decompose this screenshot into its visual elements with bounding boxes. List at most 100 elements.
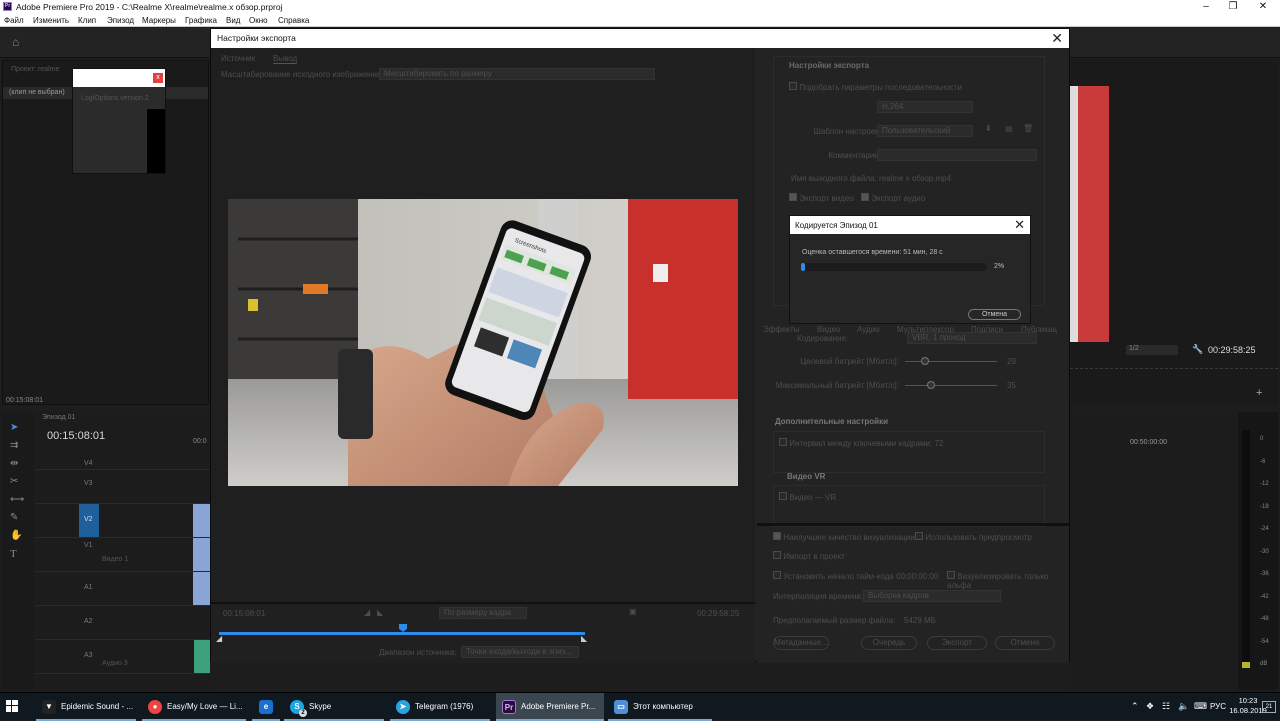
notification-icon[interactable]: 21: [1262, 701, 1276, 713]
format-select[interactable]: H.264: [877, 101, 973, 113]
menu-view[interactable]: Вид: [226, 16, 240, 25]
menu-edit[interactable]: Изменить: [33, 16, 69, 25]
taskbar-explorer[interactable]: ▭ Этот компьютер: [608, 693, 712, 721]
dropbox-icon[interactable]: ❖: [1146, 701, 1154, 712]
menu-file[interactable]: Файл: [4, 16, 24, 25]
start-tc-checkbox[interactable]: Установить начало тайм-кода: [783, 572, 894, 581]
use-previews-checkbox[interactable]: Использовать предпросмотр: [925, 533, 1032, 542]
preset-select[interactable]: Пользовательский: [877, 125, 973, 137]
project-tab[interactable]: Проект: realme: [11, 66, 59, 73]
mark-in-icon[interactable]: ◢: [364, 608, 370, 617]
zoom-select[interactable]: 1/2: [1126, 345, 1178, 355]
language-indicator[interactable]: РУС: [1210, 702, 1226, 711]
clip-v2[interactable]: [193, 504, 210, 537]
queue-button[interactable]: Очередь: [861, 636, 917, 650]
import-preset-icon[interactable]: ▤: [1005, 124, 1013, 133]
subtab-video[interactable]: Видео: [817, 325, 840, 334]
taskbar-epidemic[interactable]: ▼ Epidemic Sound - ...: [36, 693, 136, 721]
cancel-export-button[interactable]: Отмена: [995, 636, 1055, 650]
alpha-only-checkbox[interactable]: Визуализировать только альфа: [947, 572, 1048, 590]
export-video-checkbox[interactable]: Экспорт видео: [799, 194, 854, 203]
max-bitrate-value[interactable]: 35: [1007, 381, 1016, 390]
minimize-icon[interactable]: –: [1193, 0, 1219, 14]
in-marker-icon[interactable]: ◢: [216, 634, 222, 643]
import-project-checkbox[interactable]: Импорт в проект: [783, 552, 845, 561]
timeline-tab[interactable]: Эпизод 01: [42, 414, 75, 421]
delete-preset-icon[interactable]: 🗑: [1023, 124, 1033, 133]
windows-start-icon[interactable]: [6, 700, 18, 712]
vr-checkbox[interactable]: Видео — VR: [789, 493, 836, 502]
taskbar-chrome[interactable]: ● Easy/My Love — Li...: [142, 693, 246, 721]
aspect-icon[interactable]: ▣: [629, 607, 637, 616]
target-bitrate-slider[interactable]: [921, 357, 929, 365]
keyframe-checkbox[interactable]: Интервал между ключевыми кадрами:: [789, 439, 932, 448]
maximize-icon[interactable]: ❐: [1220, 0, 1246, 14]
keyboard-icon[interactable]: ⌨: [1194, 701, 1207, 712]
subtab-audio[interactable]: Аудио: [857, 325, 880, 334]
razor-icon[interactable]: ✂: [10, 476, 18, 487]
network-icon[interactable]: ☷: [1162, 701, 1170, 712]
interp-select[interactable]: Выборка кадров: [863, 590, 1001, 602]
track-a3: A3 Аудио 3: [36, 640, 210, 674]
track-select-icon[interactable]: ⇉: [10, 440, 18, 451]
tab-output[interactable]: Вывод: [273, 54, 298, 64]
ripple-edit-icon[interactable]: ⇹: [10, 458, 18, 469]
export-in-timecode: 00:15:08:01: [223, 609, 266, 618]
home-icon[interactable]: ⌂: [12, 36, 24, 48]
taskbar-skype[interactable]: S 2 Skype: [284, 693, 384, 721]
fit-select[interactable]: По размеру кадра: [439, 607, 527, 619]
taskbar-telegram[interactable]: ➤ Telegram (1976): [390, 693, 490, 721]
taskbar-edge[interactable]: e: [252, 693, 280, 721]
output-name-link[interactable]: realme x обзор.mp4: [879, 174, 951, 183]
tray-chevron-icon[interactable]: ⌃: [1131, 701, 1139, 712]
export-audio-checkbox[interactable]: Экспорт аудио: [871, 194, 925, 203]
wrench-icon[interactable]: 🔧: [1192, 344, 1203, 355]
clip-a1[interactable]: [193, 572, 210, 605]
hand-icon[interactable]: ✋: [10, 530, 22, 541]
metadata-button[interactable]: Метаданные...: [773, 636, 829, 650]
mark-out-icon[interactable]: ◣: [377, 608, 383, 617]
scaling-select[interactable]: Масштабировать по размеру: [379, 68, 655, 80]
epidemic-icon: ▼: [42, 699, 56, 714]
range-select[interactable]: Точки входа/выхода в эпиз...: [461, 646, 579, 658]
comments-field[interactable]: [877, 149, 1037, 161]
advanced-header[interactable]: Дополнительные настройки: [775, 417, 888, 426]
encoding-select[interactable]: VBR, 1 проход: [907, 332, 1037, 344]
selection-tool-icon[interactable]: ➤: [10, 422, 18, 433]
vr-header[interactable]: Видео VR: [787, 472, 825, 481]
slip-icon[interactable]: ⟷: [10, 494, 24, 505]
encoding-close-icon[interactable]: ✕: [1014, 217, 1025, 233]
volume-icon[interactable]: 🔈: [1178, 701, 1189, 712]
menu-help[interactable]: Справка: [278, 16, 309, 25]
target-bitrate-value[interactable]: 29: [1007, 357, 1016, 366]
max-quality-checkbox[interactable]: Наилучшее качество визуализации: [783, 533, 915, 542]
menu-window[interactable]: Окно: [249, 16, 268, 25]
playhead[interactable]: [399, 624, 407, 632]
popup-text: LogiOptions version 2: [81, 95, 149, 102]
clip-a3[interactable]: [194, 640, 210, 673]
close-icon[interactable]: ✕: [1250, 0, 1276, 14]
taskbar-premiere[interactable]: Pr Adobe Premiere Pr...: [496, 693, 604, 721]
popup-close-icon[interactable]: x: [153, 73, 163, 83]
match-sequence-checkbox[interactable]: Подобрать параметры последовательности: [799, 83, 962, 92]
pen-icon[interactable]: ✎: [10, 512, 18, 523]
menu-clip[interactable]: Клип: [78, 16, 96, 25]
export-close-icon[interactable]: ✕: [1051, 30, 1063, 47]
chrome-icon: ●: [148, 699, 162, 714]
timeline-timecode[interactable]: 00:15:08:01: [47, 430, 105, 442]
range-bar[interactable]: [219, 632, 585, 635]
out-marker-icon[interactable]: ◣: [581, 634, 587, 643]
save-preset-icon[interactable]: ⬇: [985, 124, 992, 133]
export-button[interactable]: Экспорт: [927, 636, 987, 650]
add-button[interactable]: +: [1256, 387, 1262, 399]
cancel-encoding-button[interactable]: Отмена: [968, 309, 1021, 320]
menu-graphics[interactable]: Графика: [185, 16, 217, 25]
type-tool-icon[interactable]: T: [10, 548, 17, 560]
tab-source[interactable]: Источник: [221, 54, 255, 63]
max-bitrate-slider[interactable]: [927, 381, 935, 389]
menu-sequence[interactable]: Эпизод: [107, 16, 134, 25]
subtab-effects[interactable]: Эффекты: [763, 325, 799, 334]
track-v3: V3: [36, 470, 210, 504]
menu-markers[interactable]: Маркеры: [142, 16, 176, 25]
clip-v1[interactable]: [193, 538, 210, 571]
